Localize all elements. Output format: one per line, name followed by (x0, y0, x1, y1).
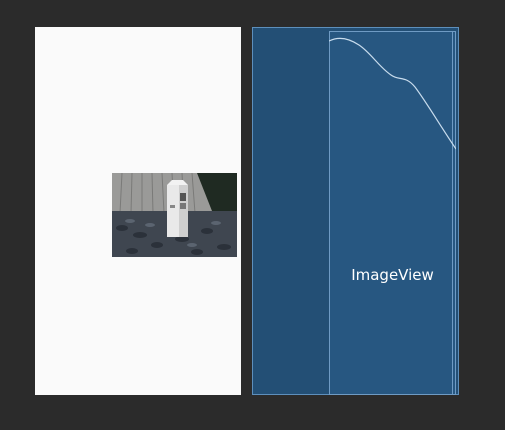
image-silhouette-curve (329, 37, 456, 150)
blueprint-surface[interactable]: ImageView (252, 27, 459, 395)
image-view-photo[interactable] (112, 173, 237, 257)
image-view-label: ImageView (351, 266, 434, 284)
design-preview-surface[interactable] (35, 27, 241, 395)
